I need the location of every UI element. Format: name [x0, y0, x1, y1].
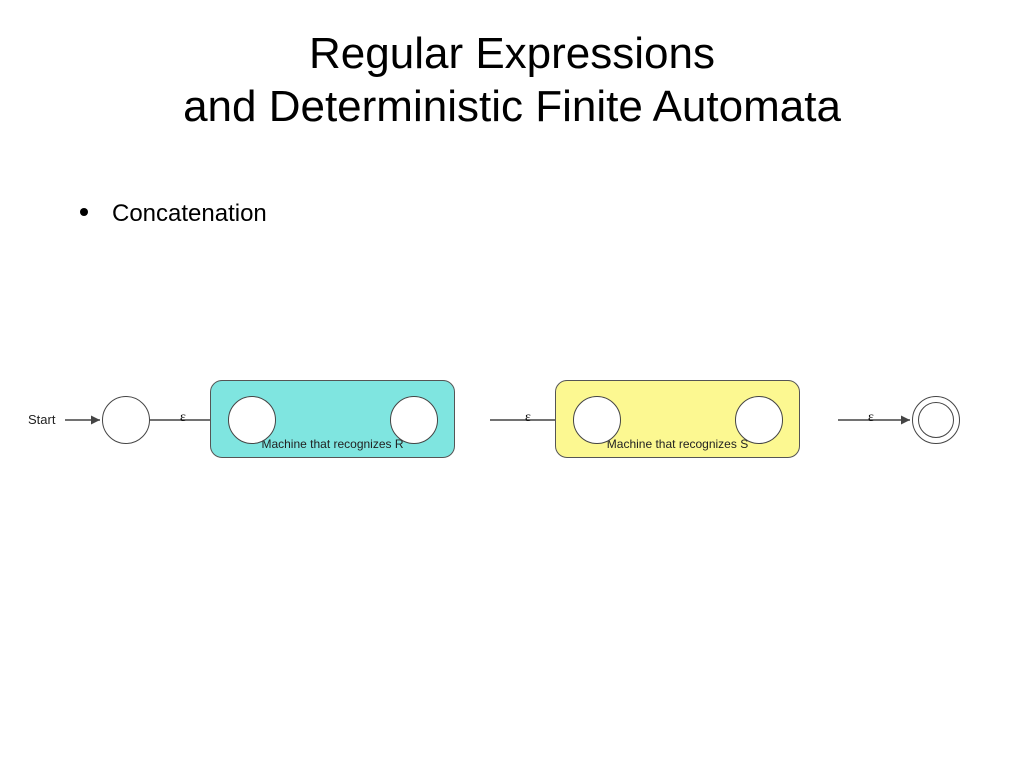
state-final [912, 396, 960, 444]
state-start [102, 396, 150, 444]
state-s-out [735, 396, 783, 444]
title-line-1: Regular Expressions [309, 29, 715, 78]
bullet-text: Concatenation [112, 200, 267, 228]
concatenation-diagram: Start Machine that recognizes R Machine … [50, 370, 990, 490]
epsilon-label-2: ε [525, 410, 531, 426]
epsilon-label-3: ε [868, 410, 874, 426]
state-s-in [573, 396, 621, 444]
title-line-2: and Deterministic Finite Automata [183, 82, 841, 131]
bullet-dot-icon [80, 208, 88, 216]
state-r-in [228, 396, 276, 444]
bullet-list: Concatenation [80, 200, 267, 228]
slide: Regular Expressions and Deterministic Fi… [0, 0, 1024, 768]
state-final-inner [918, 402, 954, 438]
epsilon-label-1: ε [180, 410, 186, 426]
bullet-item: Concatenation [80, 200, 267, 228]
diagram-arrows [50, 370, 990, 490]
state-r-out [390, 396, 438, 444]
page-title: Regular Expressions and Deterministic Fi… [0, 0, 1024, 134]
